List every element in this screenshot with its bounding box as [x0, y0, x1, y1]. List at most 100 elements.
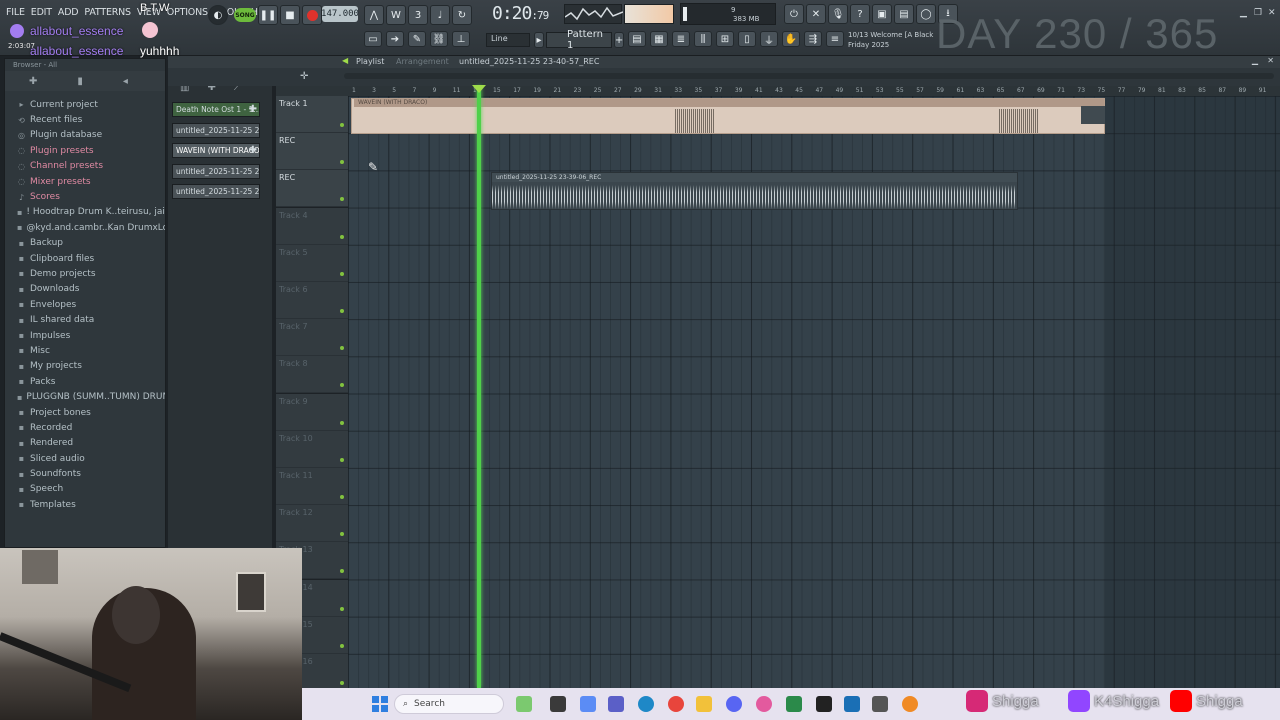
track-mute-led[interactable]	[340, 569, 344, 574]
wait-input-icon[interactable]: W	[386, 5, 406, 25]
browser-item[interactable]: ▪ Envelopes	[5, 297, 165, 312]
channel-rack-icon[interactable]: ≣	[672, 31, 690, 47]
track-mute-led[interactable]	[340, 346, 344, 351]
browser-item[interactable]: ◌ Channel presets	[5, 159, 165, 174]
touch-icon[interactable]: ✋	[782, 31, 800, 47]
edge-icon[interactable]	[638, 696, 654, 712]
track-header[interactable]: Track 1	[276, 96, 348, 133]
widgets-icon[interactable]	[516, 696, 532, 712]
browser-item[interactable]: ▪ Recorded	[5, 420, 165, 435]
windows-start-icon[interactable]	[372, 696, 388, 712]
track-header[interactable]: REC	[276, 133, 348, 171]
loop-record-icon[interactable]: ↻	[452, 5, 472, 25]
track-header[interactable]: Track 11	[276, 468, 348, 505]
picker-clip[interactable]: WAVEIN (WITH DRACO) ✚	[172, 143, 260, 158]
piano-roll-icon[interactable]: ▦	[650, 31, 668, 47]
stop-button[interactable]: ■	[280, 5, 300, 25]
teams-icon[interactable]	[608, 696, 624, 712]
track-mute-led[interactable]	[340, 532, 344, 537]
track-header[interactable]: REC	[276, 170, 348, 208]
playlist-icon[interactable]: ▤	[628, 31, 646, 47]
browser-item[interactable]: ▪ Soundfonts	[5, 466, 165, 481]
browser-item[interactable]: ▪ Backup	[5, 236, 165, 251]
taskbar-search[interactable]: ⌕ Search	[394, 694, 504, 714]
browser-collapse-icon[interactable]: ✚	[29, 76, 37, 87]
file-explorer-icon[interactable]	[696, 696, 712, 712]
track-header[interactable]: Track 9	[276, 393, 348, 431]
playhead[interactable]	[477, 86, 481, 688]
stamp-icon[interactable]: ⊥	[452, 31, 470, 47]
menu-edit[interactable]: EDIT	[31, 7, 52, 18]
pattern-mode-icon[interactable]: ▭	[364, 31, 382, 47]
browser-item[interactable]: ▪ IL shared data	[5, 312, 165, 327]
close-icon[interactable]: ✕	[1268, 8, 1276, 18]
tempo-tapper-icon[interactable]: ⇶	[804, 31, 822, 47]
browser-item[interactable]: ◎ Plugin database	[5, 128, 165, 143]
tools-icon[interactable]: ✕	[806, 4, 826, 24]
menu-patterns[interactable]: PATTERNS	[84, 7, 131, 18]
playlist-close-icon[interactable]: ✕	[1267, 56, 1274, 65]
task-view-icon[interactable]	[550, 696, 566, 712]
playlist-arrow-icon[interactable]: ◀	[342, 56, 348, 65]
track-mute-led[interactable]	[340, 643, 344, 648]
browser-item[interactable]: ▪ Templates	[5, 497, 165, 512]
browser-item[interactable]: ◌ Mixer presets	[5, 174, 165, 189]
add-clip-icon[interactable]: ✚	[249, 104, 257, 115]
help-icon[interactable]: ?	[850, 4, 870, 24]
capcut-icon[interactable]	[816, 696, 832, 712]
chat-icon[interactable]: ◯	[916, 4, 936, 24]
browser-item[interactable]: ▪ My projects	[5, 359, 165, 374]
browser-item[interactable]: ◌ Plugin presets	[5, 143, 165, 158]
link-icon[interactable]: ⛓	[430, 31, 448, 47]
browser-icon[interactable]: ⊞	[716, 31, 734, 47]
files-icon[interactable]: ▯	[738, 31, 756, 47]
app-icon[interactable]	[786, 696, 802, 712]
menu-options[interactable]: OPTIONS	[167, 7, 208, 18]
track-header[interactable]: Track 6	[276, 282, 348, 319]
browser-item[interactable]: ▪ Misc	[5, 343, 165, 358]
audio-clip-wavein[interactable]: WAVEIN (WITH DRACO)	[351, 98, 1105, 134]
app-icon[interactable]	[872, 696, 888, 712]
track-mute-led[interactable]	[340, 383, 344, 388]
snap-select[interactable]: Line	[486, 33, 530, 47]
browser-item[interactable]: ▪ Demo projects	[5, 266, 165, 281]
plugin-picker-icon[interactable]: ▤	[894, 4, 914, 24]
track-mute-led[interactable]	[340, 309, 344, 313]
browser-item[interactable]: ▪! Hoodtrap Drum K..teirusu, jai) (2)	[5, 205, 165, 220]
track-mute-led[interactable]	[340, 123, 344, 127]
playhead-marker-icon[interactable]	[472, 85, 486, 93]
metronome-icon[interactable]: ⋀	[364, 5, 384, 25]
microphone-icon[interactable]: 🎙	[828, 4, 848, 24]
pitch-knob-icon[interactable]: ◐	[208, 5, 228, 25]
track-mute-led[interactable]	[340, 606, 344, 611]
track-header[interactable]: Track 8	[276, 356, 348, 394]
countdown-icon[interactable]: 3	[408, 5, 428, 25]
browser-item[interactable]: ▪ Impulses	[5, 328, 165, 343]
track-header[interactable]: Track 7	[276, 319, 348, 357]
menu-file[interactable]: FILE	[6, 7, 25, 18]
chrome-icon[interactable]	[668, 696, 684, 712]
track-mute-led[interactable]	[340, 495, 344, 499]
browser-item[interactable]: ⟲ Recent files	[5, 112, 165, 127]
timeline-ruler[interactable]: 1357911131517192123252729313335373941434…	[348, 86, 1280, 96]
minimize-icon[interactable]: ▁	[1240, 8, 1247, 18]
browser-item[interactable]: ▪ Clipboard files	[5, 251, 165, 266]
chrome-profile-icon[interactable]	[756, 696, 772, 712]
pattern-select[interactable]: Pattern 1	[546, 29, 612, 51]
track-mute-led[interactable]	[340, 234, 344, 239]
song-time-display[interactable]: 0:20:79	[492, 3, 558, 25]
fl-studio-icon[interactable]	[902, 696, 918, 712]
picker-clip[interactable]: Death Note Ost 1 - 1... ✚	[172, 102, 260, 117]
picker-clip[interactable]: untitled_2025-11-25 23-...	[172, 184, 260, 199]
news-panel[interactable]: 10/13 Welcome [A Black Friday 2025	[848, 30, 933, 50]
pencil-icon[interactable]: ✎	[408, 31, 426, 47]
record-button[interactable]	[302, 5, 322, 25]
step-edit-icon[interactable]: ♩	[430, 5, 450, 25]
browser-file-icon[interactable]: ▮	[77, 76, 83, 87]
track-header[interactable]: Track 5	[276, 244, 348, 282]
plug-icon[interactable]: ⏚	[760, 31, 778, 47]
menu-add[interactable]: ADD	[58, 7, 79, 18]
discord-icon[interactable]	[726, 696, 742, 712]
browser-item[interactable]: ▪ Downloads	[5, 282, 165, 297]
audio-clip-recording[interactable]: untitled_2025-11-25 23-39-06_REC	[491, 172, 1018, 210]
